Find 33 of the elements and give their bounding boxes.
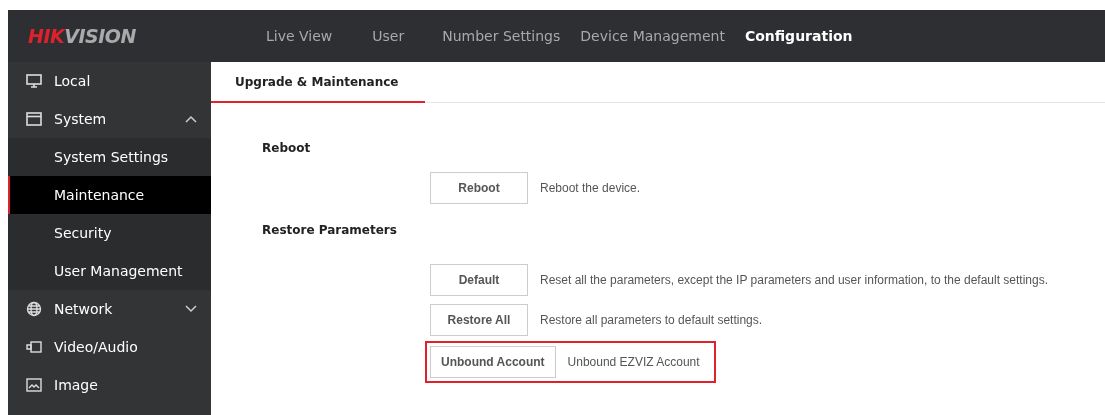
logo: HIKVISION	[27, 25, 137, 47]
sidebar-item[interactable]: Image	[8, 366, 211, 404]
chevron-icon[interactable]	[185, 115, 197, 123]
sidebar-subitem[interactable]: Security	[8, 214, 211, 252]
section-title: Reboot	[262, 141, 312, 157]
nav-tab[interactable]: User	[362, 28, 415, 44]
camera-icon	[26, 341, 42, 353]
chevron-icon[interactable]	[185, 305, 197, 313]
nav-tab[interactable]: Number Settings	[432, 28, 571, 44]
image-icon	[26, 378, 42, 392]
sidebar-item[interactable]: System	[8, 100, 211, 138]
sidebar-item[interactable]: Local	[8, 62, 211, 100]
action-button[interactable]: Unbound Account	[430, 346, 556, 378]
nav-tab[interactable]: Configuration	[734, 28, 863, 44]
sidebar-subitem[interactable]: User Management	[8, 252, 211, 290]
sidebar-item[interactable]: Video/Audio	[8, 328, 211, 366]
action-button[interactable]: Default	[430, 264, 528, 296]
section-title: Restore Parameters	[262, 223, 398, 239]
tab[interactable]: Upgrade & Maintenance	[211, 62, 425, 103]
description: Reboot the device.	[540, 181, 641, 195]
monitor-icon	[26, 74, 42, 88]
action-button[interactable]: Reboot	[430, 172, 528, 204]
description: Unbound EZVIZ Account	[567, 355, 700, 369]
sidebar-subitem[interactable]: Maintenance	[8, 176, 211, 214]
description: Restore all parameters to default settings.	[540, 313, 763, 327]
nav-tab[interactable]: Device Management	[570, 28, 735, 44]
nav-tab[interactable]: Live View	[256, 28, 343, 44]
sidebar-item[interactable]: Network	[8, 290, 211, 328]
window-icon	[26, 112, 42, 126]
description: Reset all the parameters, except the IP parameters and user information, to the default settings.	[540, 273, 1049, 287]
sidebar-subitem[interactable]: System Settings	[8, 138, 211, 176]
globe-icon	[26, 301, 42, 317]
action-button[interactable]: Restore All	[430, 304, 528, 336]
